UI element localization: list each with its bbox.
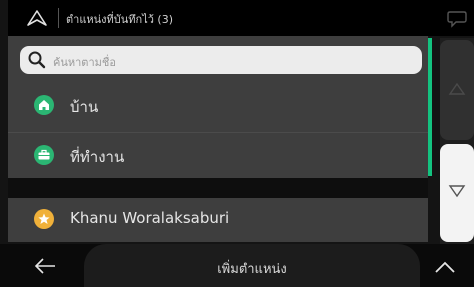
chevron-up-icon <box>435 261 455 273</box>
search-placeholder: ค้นหาตามชื่อ <box>53 56 116 69</box>
header-bar: ตำแหน่งที่บันทึกไว้ (3) <box>8 0 474 36</box>
list-item-home[interactable]: บ้าน <box>8 82 428 128</box>
list-item-label: Khanu Woralaksaburi <box>70 209 230 227</box>
back-button[interactable] <box>8 244 78 287</box>
back-arrow-icon <box>34 258 55 274</box>
section-separator <box>8 178 428 198</box>
add-location-label: เพิ่มตำแหน่ง <box>217 262 287 277</box>
scrollbar[interactable] <box>428 38 432 176</box>
speech-bubble-icon[interactable] <box>446 8 468 28</box>
list-item-favorite[interactable]: Khanu Woralaksaburi <box>8 198 428 242</box>
bottom-bar: เพิ่มตำแหน่ง <box>0 244 474 287</box>
triangle-up-icon <box>448 82 466 95</box>
list-item-label: ที่ทำงาน <box>70 148 125 166</box>
navigation-arrow-icon[interactable] <box>26 9 48 27</box>
home-icon <box>34 95 54 115</box>
list-item-label: บ้าน <box>70 98 99 116</box>
expand-menu-button[interactable] <box>420 244 474 287</box>
screen: ตำแหน่งที่บันทึกไว้ (3) ค้นหาตามชื่อ บ้า… <box>0 0 474 287</box>
triangle-down-icon <box>448 185 466 198</box>
briefcase-icon <box>34 145 54 165</box>
page-title: ตำแหน่งที่บันทึกไว้ (3) <box>66 13 174 26</box>
add-location-button[interactable]: เพิ่มตำแหน่ง <box>84 244 420 287</box>
search-icon <box>28 51 46 69</box>
header-divider <box>58 8 59 28</box>
search-input[interactable]: ค้นหาตามชื่อ <box>20 46 422 74</box>
scroll-up-button[interactable] <box>440 40 474 140</box>
star-icon <box>34 209 54 229</box>
scroll-down-button[interactable] <box>440 144 474 242</box>
list-item-work[interactable]: ที่ทำงาน <box>8 132 428 178</box>
